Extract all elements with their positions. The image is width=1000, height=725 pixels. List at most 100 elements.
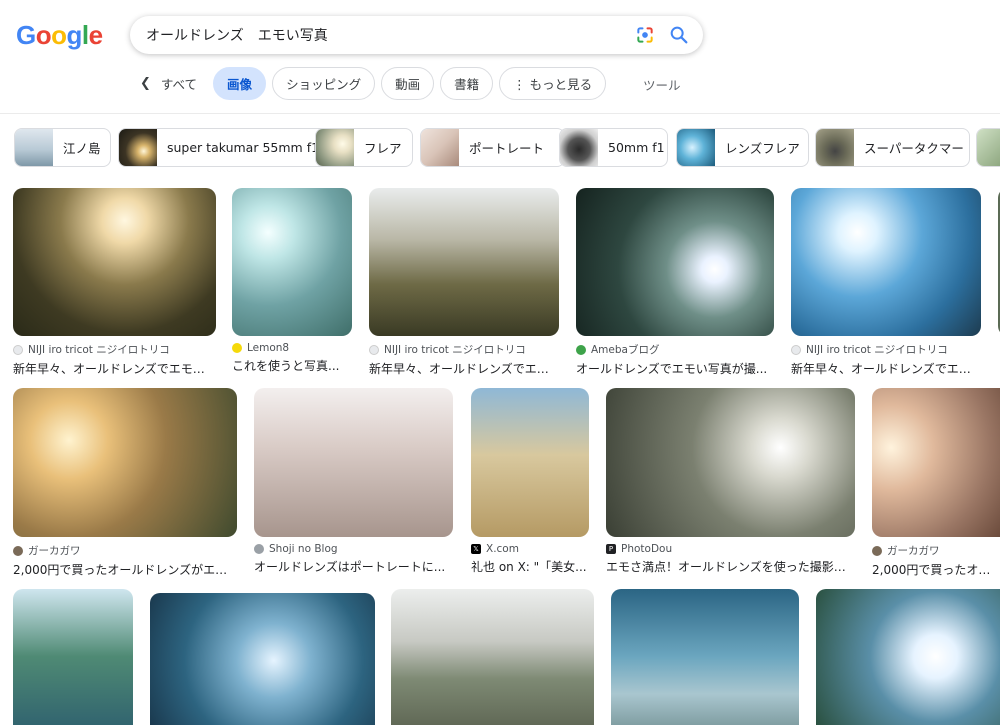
result-title[interactable]: 2,000円で買ったオール... <box>872 561 1000 578</box>
image-result[interactable]: P PhotoDou エモさ満点！オールドレンズを使った撮影方... <box>606 388 855 575</box>
result-title[interactable]: オールドレンズはポートレートに... <box>254 558 453 575</box>
result-source: NIJI iro tricot ニジイロトリコ <box>806 344 948 356</box>
site-favicon <box>254 544 264 554</box>
chip-thumbnail <box>119 129 157 166</box>
site-favicon <box>13 344 23 355</box>
result-image[interactable] <box>232 188 352 336</box>
image-result[interactable] <box>150 593 375 725</box>
result-image[interactable] <box>576 188 774 336</box>
chip-more[interactable] <box>976 128 1000 167</box>
x-logo-icon: 𝕏 <box>471 544 481 554</box>
chip-label: 江ノ島 <box>63 141 101 156</box>
image-result[interactable]: ガーカガワ 2,000円で買ったオール... <box>872 388 1000 578</box>
chip-flare[interactable]: フレア <box>315 128 413 167</box>
tab-shopping[interactable]: ショッピング <box>272 67 376 100</box>
image-result[interactable]: 𝕏 X.com 礼也 on X: "「美女... <box>471 388 589 575</box>
result-source: X.com <box>486 543 519 555</box>
result-title[interactable]: オールドレンズでエモい写真が撮... <box>576 360 774 377</box>
chip-thumbnail <box>977 129 1000 166</box>
related-searches: 江ノ島 super takumar 55mm f1 フレア ポートレート 50m… <box>14 128 1000 167</box>
result-source: Shoji no Blog <box>269 543 338 555</box>
tools-button[interactable]: ツール <box>643 75 681 94</box>
result-source: ガーカガワ <box>887 545 940 557</box>
tab-label: 画像 <box>227 77 253 92</box>
result-source: ガーカガワ <box>28 545 81 557</box>
result-image[interactable] <box>791 188 981 336</box>
header-divider <box>0 113 1000 114</box>
logo-letter: o <box>51 20 67 50</box>
tab-books[interactable]: 書籍 <box>440 67 494 100</box>
image-result[interactable]: NIJI iro tricot ニジイロトリコ 新年早々、オールドレンズでエモ.… <box>791 188 981 377</box>
result-image[interactable] <box>13 388 237 537</box>
logo-letter: l <box>81 20 89 50</box>
google-lens-icon[interactable] <box>635 25 655 45</box>
result-title[interactable]: 礼也 on X: "「美女... <box>471 558 589 575</box>
site-favicon <box>369 344 379 355</box>
result-image[interactable] <box>254 388 453 537</box>
chip-super-takumar[interactable]: super takumar 55mm f1 <box>118 128 336 167</box>
image-result[interactable]: NIJI iro tricot ニジイロトリコ 新年早々、オールドレンズでエモ.… <box>369 188 559 377</box>
site-favicon <box>13 545 23 556</box>
image-result[interactable]: ガーカガワ 2,000円で買ったオールドレンズがエモ... <box>13 388 237 578</box>
site-favicon <box>872 545 882 556</box>
result-image[interactable] <box>13 589 133 725</box>
result-image[interactable] <box>471 388 589 537</box>
site-favicon <box>576 344 586 355</box>
chip-label: super takumar 55mm f1 <box>167 140 320 155</box>
chip-label: スーパータクマー <box>864 141 964 156</box>
image-result[interactable] <box>13 589 133 725</box>
result-title[interactable]: これを使うと写真... <box>232 357 352 374</box>
logo-letter: e <box>88 20 103 50</box>
result-title[interactable]: 新年早々、オールドレンズでエモ... <box>369 360 559 377</box>
site-favicon <box>791 344 801 355</box>
tab-videos[interactable]: 動画 <box>381 67 435 100</box>
chevron-left-icon: ❮ <box>140 76 151 91</box>
search-box <box>130 16 703 54</box>
chip-portrait[interactable]: ポートレート <box>420 128 565 167</box>
chip-super-takumar-jp[interactable]: スーパータクマー <box>815 128 970 167</box>
result-title[interactable]: 新年早々、オールドレンズでエモ... <box>791 360 981 377</box>
image-result[interactable]: NIJI iro tricot ニジイロトリコ 新年早々、オールドレンズでエモい… <box>13 188 216 377</box>
tab-label: すべて <box>160 77 198 92</box>
chip-label: レンズフレア <box>725 141 800 156</box>
chip-label: ポートレート <box>469 141 545 156</box>
image-result[interactable]: Lemon8 これを使うと写真... <box>232 188 352 374</box>
search-input[interactable] <box>146 16 626 54</box>
site-favicon: P <box>606 544 616 554</box>
result-title[interactable]: 新年早々、オールドレンズでエモい... <box>13 360 216 377</box>
result-image[interactable] <box>391 589 594 725</box>
result-source: NIJI iro tricot ニジイロトリコ <box>28 344 170 356</box>
tab-images[interactable]: 画像 <box>213 67 267 100</box>
image-result[interactable] <box>611 589 799 725</box>
result-title[interactable]: 2,000円で買ったオールドレンズがエモ... <box>13 561 237 578</box>
image-result[interactable]: Amebaブログ オールドレンズでエモい写真が撮... <box>576 188 774 377</box>
tab-more[interactable]: ⋮ もっと見る <box>499 67 607 100</box>
result-image[interactable] <box>611 589 799 725</box>
result-image[interactable] <box>369 188 559 336</box>
result-source: Amebaブログ <box>591 344 660 356</box>
result-image[interactable] <box>606 388 855 537</box>
tab-label: 書籍 <box>454 77 480 92</box>
result-image[interactable] <box>13 188 216 336</box>
image-result[interactable] <box>391 589 594 725</box>
tab-label: ショッピング <box>286 77 362 92</box>
result-source: PhotoDou <box>621 543 673 555</box>
tab-label: ⋮ もっと見る <box>513 77 593 92</box>
tab-all[interactable]: ❮ すべて <box>130 67 208 100</box>
logo-letter: G <box>16 20 36 50</box>
result-image[interactable] <box>150 593 375 725</box>
logo-letter: g <box>66 20 83 50</box>
image-result[interactable]: Shoji no Blog オールドレンズはポートレートに... <box>254 388 453 575</box>
image-result[interactable] <box>816 589 1000 725</box>
search-icon[interactable] <box>668 24 690 46</box>
result-image[interactable] <box>816 589 1000 725</box>
result-image[interactable] <box>872 388 1000 537</box>
chip-50mm-f1[interactable]: 50mm f1 <box>559 128 668 167</box>
chip-lens-flare[interactable]: レンズフレア <box>676 128 809 167</box>
result-title[interactable]: エモさ満点！オールドレンズを使った撮影方... <box>606 558 855 575</box>
result-source: NIJI iro tricot ニジイロトリコ <box>384 344 526 356</box>
chip-enoshima[interactable]: 江ノ島 <box>14 128 111 167</box>
chip-thumbnail <box>560 129 598 166</box>
google-logo[interactable]: Google <box>16 20 103 51</box>
logo-letter: o <box>35 20 52 50</box>
